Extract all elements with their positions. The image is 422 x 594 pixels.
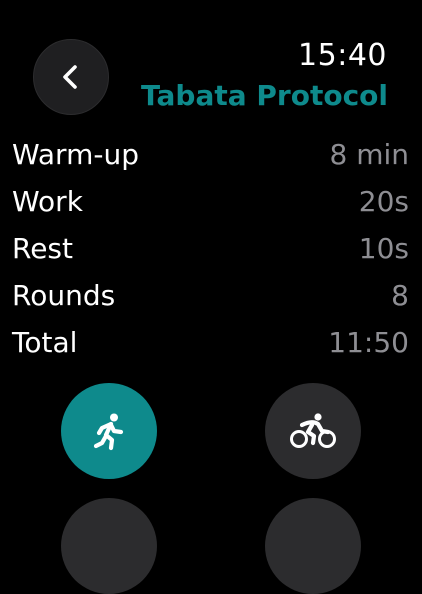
- stat-row-warmup: Warm-up 8 min: [12, 131, 409, 178]
- stat-row-rest: Rest 10s: [12, 225, 409, 272]
- activity-button-partial[interactable]: [61, 498, 157, 594]
- clock-time: 15:40: [298, 38, 387, 73]
- activity-running-button[interactable]: [61, 383, 157, 479]
- stat-row-work: Work 20s: [12, 178, 409, 225]
- stat-value: 11:50: [328, 326, 409, 359]
- page-title: Tabata Protocol: [141, 79, 388, 112]
- stat-label: Work: [12, 185, 83, 218]
- cyclist-icon: [290, 413, 336, 448]
- chevron-left-icon: [63, 65, 77, 89]
- back-button[interactable]: [33, 39, 109, 115]
- stat-label: Warm-up: [12, 138, 139, 171]
- workout-stats: Warm-up 8 min Work 20s Rest 10s Rounds 8…: [12, 131, 409, 366]
- stat-row-rounds: Rounds 8: [12, 272, 409, 319]
- activity-cycling-button[interactable]: [265, 383, 361, 479]
- stat-label: Rest: [12, 232, 73, 265]
- running-figure-icon: [93, 413, 124, 451]
- stat-label: Total: [12, 326, 78, 359]
- stat-label: Rounds: [12, 279, 116, 312]
- stat-value: 10s: [358, 232, 409, 265]
- stat-value: 20s: [358, 185, 409, 218]
- stat-row-total: Total 11:50: [12, 319, 409, 366]
- stat-value: 8 min: [329, 138, 409, 171]
- activity-button-partial[interactable]: [265, 498, 361, 594]
- stat-value: 8: [391, 279, 409, 312]
